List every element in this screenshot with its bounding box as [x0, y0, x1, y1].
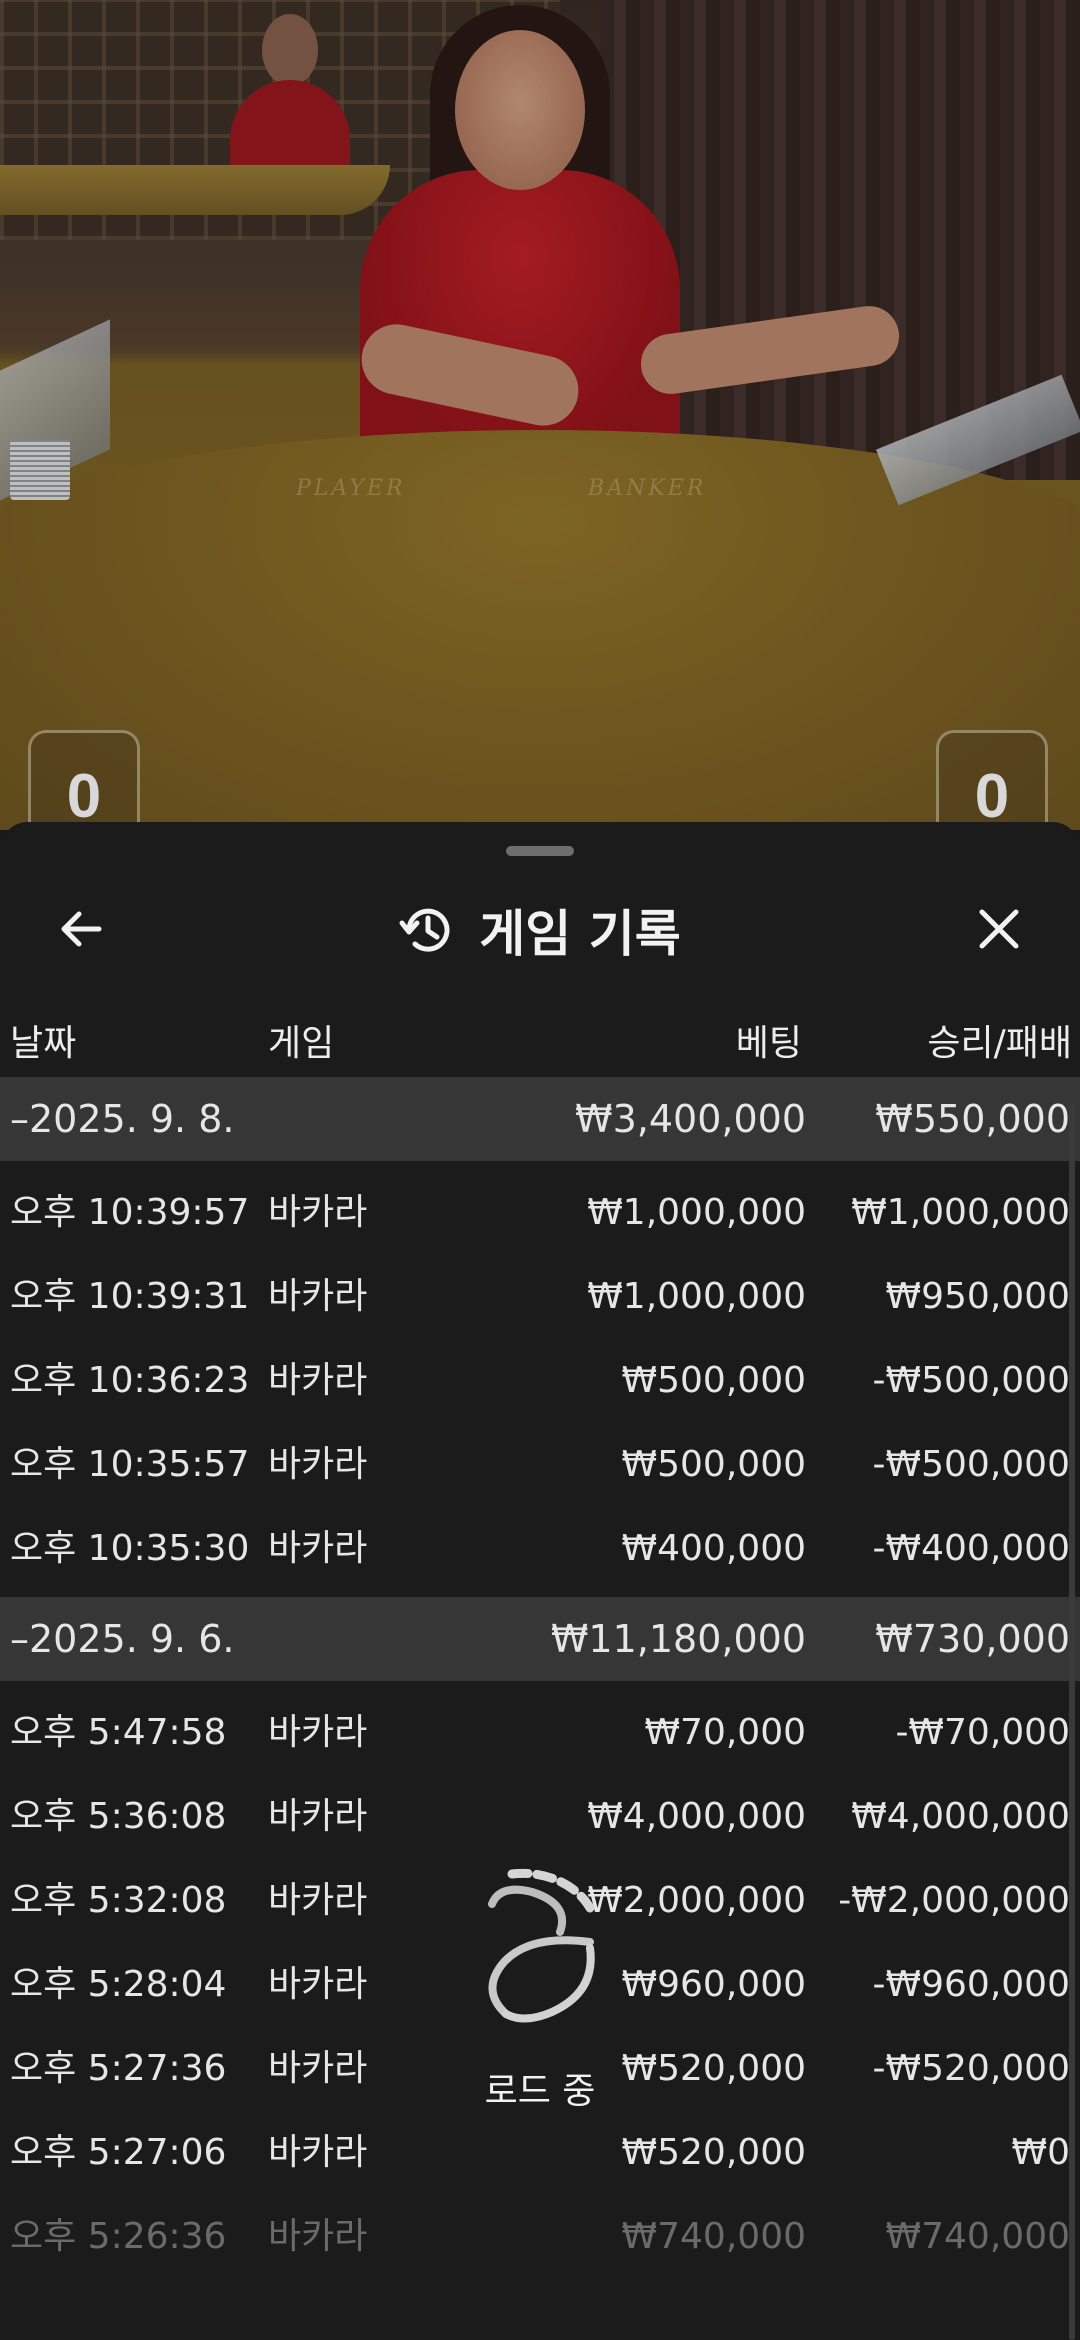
history-clock-icon	[399, 908, 450, 952]
row-bet: ₩1,000,000	[587, 1276, 806, 1317]
row-game: 바카라	[268, 1528, 368, 1569]
video-dim-overlay	[0, 0, 1080, 830]
history-row[interactable]: 오후 5:32:08 바카라 ₩2,000,000 -₩2,000,000	[0, 1859, 1080, 1943]
row-result: -₩520,000	[872, 2048, 1070, 2089]
row-game: 바카라	[268, 1192, 368, 1233]
row-time: 오후 5:47:58	[10, 1712, 227, 1753]
history-row[interactable]: 오후 5:28:04 바카라 ₩960,000 -₩960,000	[0, 1943, 1080, 2027]
history-row[interactable]: 오후 10:35:57 바카라 ₩500,000 -₩500,000	[0, 1423, 1080, 1507]
column-header-date: 날짜	[10, 1023, 77, 1064]
row-bet: ₩500,000	[621, 1444, 806, 1485]
row-time: 오후 5:26:36	[10, 2216, 227, 2257]
sheet-drag-handle[interactable]	[506, 846, 574, 856]
row-bet: ₩520,000	[621, 2048, 806, 2089]
row-game: 바카라	[268, 1880, 368, 1921]
group-date: –2025. 9. 6.	[10, 1617, 235, 1661]
history-row[interactable]: 오후 10:39:31 바카라 ₩1,000,000 ₩950,000	[0, 1255, 1080, 1339]
row-bet: ₩960,000	[621, 1964, 806, 2005]
row-time: 오후 5:27:06	[10, 2132, 227, 2173]
row-game: 바카라	[268, 2216, 368, 2257]
row-game: 바카라	[268, 2132, 368, 2173]
group-date: –2025. 9. 8.	[10, 1097, 235, 1141]
history-list[interactable]: –2025. 9. 8. ₩3,400,000 ₩550,000 오후 10:39:5…	[0, 1077, 1080, 2279]
row-bet: ₩400,000	[621, 1528, 806, 1569]
row-bet: ₩70,000	[644, 1712, 806, 1753]
row-result: ₩950,000	[885, 1276, 1070, 1317]
row-result: -₩2,000,000	[838, 1880, 1070, 1921]
row-result: -₩960,000	[872, 1964, 1070, 2005]
row-result: ₩4,000,000	[851, 1796, 1070, 1837]
row-time: 오후 10:36:23	[10, 1360, 250, 1401]
column-header-bet: 베팅	[735, 1023, 802, 1064]
row-time: 오후 5:32:08	[10, 1880, 227, 1921]
row-game: 바카라	[268, 1444, 368, 1485]
row-result: ₩1,000,000	[851, 1192, 1070, 1233]
group-result-total: ₩730,000	[875, 1617, 1070, 1661]
row-game: 바카라	[268, 2048, 368, 2089]
row-time: 오후 5:27:36	[10, 2048, 227, 2089]
column-header-game: 게임	[268, 1023, 335, 1064]
row-result: ₩0	[1011, 2132, 1071, 2173]
row-bet: ₩740,000	[621, 2216, 806, 2257]
close-button[interactable]	[954, 884, 1044, 974]
row-time: 오후 10:35:57	[10, 1444, 250, 1485]
history-row[interactable]: 오후 5:26:36 바카라 ₩740,000 ₩740,000	[0, 2195, 1080, 2279]
game-history-sheet: 게임 기록 날짜 게임 베팅 승리/패배 –2025. 9. 8. ₩3,400,…	[0, 822, 1080, 2340]
group-result-total: ₩550,000	[875, 1097, 1070, 1141]
row-game: 바카라	[268, 1712, 368, 1753]
banker-score: 0	[936, 730, 1048, 830]
row-game: 바카라	[268, 1964, 368, 2005]
row-result: -₩500,000	[872, 1444, 1070, 1485]
row-game: 바카라	[268, 1276, 368, 1317]
history-row[interactable]: 오후 5:47:58 바카라 ₩70,000 -₩70,000	[0, 1691, 1080, 1775]
group-bet-total: ₩3,400,000	[575, 1097, 806, 1141]
group-bet-total: ₩11,180,000	[550, 1617, 806, 1661]
row-result: -₩70,000	[895, 1712, 1070, 1753]
row-bet: ₩500,000	[621, 1360, 806, 1401]
row-result: ₩740,000	[885, 2216, 1070, 2257]
row-bet: ₩1,000,000	[587, 1192, 806, 1233]
history-row[interactable]: 오후 5:36:08 바카라 ₩4,000,000 ₩4,000,000	[0, 1775, 1080, 1859]
row-result: -₩500,000	[872, 1360, 1070, 1401]
row-game: 바카라	[268, 1360, 368, 1401]
row-time: 오후 10:39:31	[10, 1276, 250, 1317]
player-score: 0	[28, 730, 140, 830]
history-row[interactable]: 오후 5:27:06 바카라 ₩520,000 ₩0	[0, 2111, 1080, 2195]
row-game: 바카라	[268, 1796, 368, 1837]
row-bet: ₩2,000,000	[587, 1880, 806, 1921]
column-header-result: 승리/패배	[927, 1023, 1072, 1064]
row-time: 오후 5:36:08	[10, 1796, 227, 1837]
history-row[interactable]: 오후 10:35:30 바카라 ₩400,000 -₩400,000	[0, 1507, 1080, 1591]
history-row[interactable]: 오후 10:36:23 바카라 ₩500,000 -₩500,000	[0, 1339, 1080, 1423]
history-row[interactable]: 오후 5:27:36 바카라 ₩520,000 -₩520,000	[0, 2027, 1080, 2111]
row-time: 오후 10:39:57	[10, 1192, 250, 1233]
sheet-header: 게임 기록	[0, 880, 1080, 980]
row-bet: ₩520,000	[621, 2132, 806, 2173]
row-bet: ₩4,000,000	[587, 1796, 806, 1837]
date-group-row[interactable]: –2025. 9. 8. ₩3,400,000 ₩550,000	[0, 1077, 1080, 1161]
sheet-title: 게임 기록	[479, 905, 681, 963]
date-group-row[interactable]: –2025. 9. 6. ₩11,180,000 ₩730,000	[0, 1597, 1080, 1681]
scrollbar[interactable]	[1069, 1104, 1075, 2340]
live-video-feed: PLAYER BANKER 0 0	[0, 0, 1080, 830]
row-result: -₩400,000	[872, 1528, 1070, 1569]
row-time: 오후 10:35:30	[10, 1528, 250, 1569]
close-icon	[979, 909, 1019, 949]
row-time: 오후 5:28:04	[10, 1964, 227, 2005]
history-row[interactable]: 오후 10:39:57 바카라 ₩1,000,000 ₩1,000,000	[0, 1171, 1080, 1255]
